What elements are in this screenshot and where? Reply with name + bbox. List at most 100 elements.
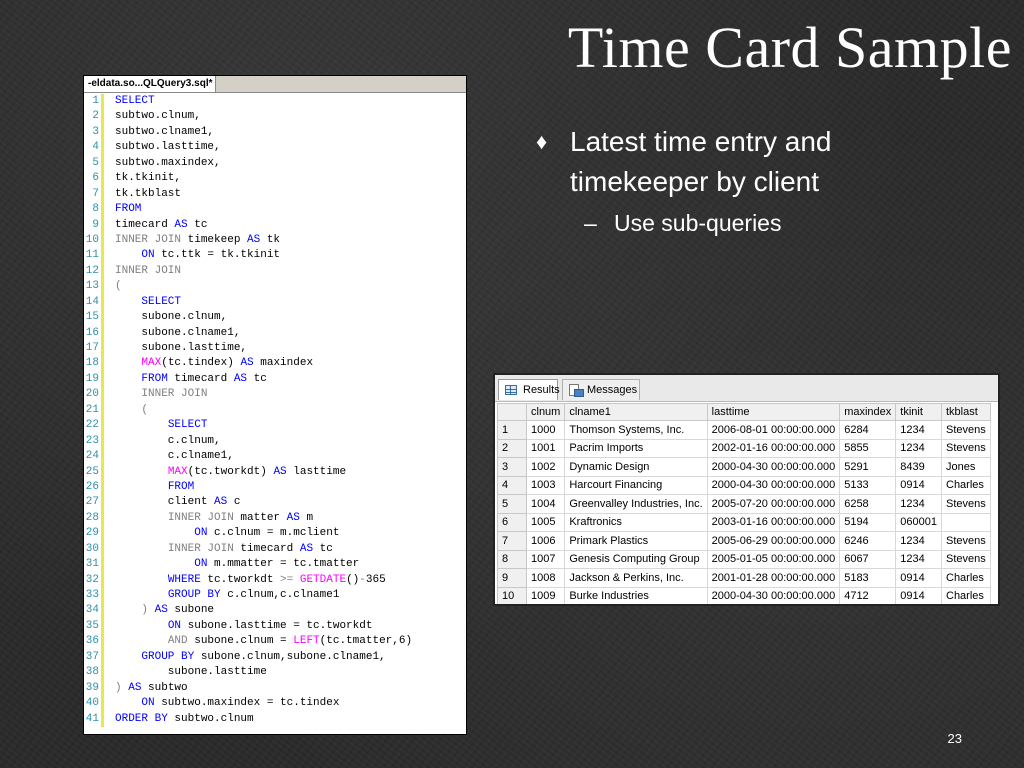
table-cell[interactable]: 1234: [895, 494, 942, 514]
table-cell[interactable]: Dynamic Design: [564, 457, 708, 477]
code-line[interactable]: 35 ON subone.lasttime = tc.tworkdt: [84, 619, 466, 634]
table-cell[interactable]: 2000-04-30 00:00:00.000: [706, 475, 841, 495]
code-line[interactable]: 37 GROUP BY subone.clnum,subone.clname1,: [84, 650, 466, 665]
code-line[interactable]: 8 FROM: [84, 202, 466, 217]
table-row[interactable]: 7 1006 Primark Plastics 2005-06-29 00:00:00…: [497, 531, 991, 551]
table-cell[interactable]: Stevens: [941, 531, 991, 551]
table-cell[interactable]: Charles: [941, 586, 991, 604]
column-header[interactable]: maxindex: [839, 403, 897, 421]
code-line[interactable]: 41 ORDER BY subtwo.clnum: [84, 712, 466, 727]
table-cell[interactable]: Charles: [941, 475, 991, 495]
code-line[interactable]: 21 (: [84, 403, 466, 418]
code-line[interactable]: 5 subtwo.maxindex,: [84, 156, 466, 171]
code-line[interactable]: 7 tk.tkblast: [84, 187, 466, 202]
code-line[interactable]: 16 subone.clname1,: [84, 326, 466, 341]
table-row[interactable]: 10 1009 Burke Industries 2000-04-30 00:00:0…: [497, 586, 991, 604]
code-line[interactable]: 13 (: [84, 279, 466, 294]
table-cell[interactable]: 1006: [525, 531, 566, 551]
code-line[interactable]: 25 MAX(tc.tworkdt) AS lasttime: [84, 465, 466, 480]
table-cell[interactable]: 1234: [895, 549, 942, 569]
code-line[interactable]: 20 INNER JOIN: [84, 387, 466, 402]
table-row[interactable]: 1 1000 Thomson Systems, Inc. 2006-08-01 00:…: [497, 420, 991, 440]
table-cell[interactable]: 1005: [525, 512, 566, 532]
table-cell[interactable]: Stevens: [941, 420, 991, 440]
code-line[interactable]: 10 INNER JOIN timekeep AS tk: [84, 233, 466, 248]
row-number[interactable]: 9: [497, 568, 527, 588]
table-cell[interactable]: Primark Plastics: [564, 531, 708, 551]
table-cell[interactable]: 1234: [895, 438, 942, 458]
table-cell[interactable]: 1007: [525, 549, 566, 569]
code-line[interactable]: 19 FROM timecard AS tc: [84, 372, 466, 387]
table-cell[interactable]: Jones: [941, 457, 991, 477]
code-line[interactable]: 14 SELECT: [84, 295, 466, 310]
code-line[interactable]: 9 timecard AS tc: [84, 218, 466, 233]
code-line[interactable]: 24 c.clname1,: [84, 449, 466, 464]
code-line[interactable]: 23 c.clnum,: [84, 434, 466, 449]
code-line[interactable]: 27 client AS c: [84, 495, 466, 510]
column-header[interactable]: tkinit: [895, 403, 942, 421]
column-header[interactable]: clname1: [564, 403, 708, 421]
table-row[interactable]: 6 1005 Kraftronics 2003-01-16 00:00:00.000 5…: [497, 512, 991, 532]
table-cell[interactable]: 6246: [839, 531, 897, 551]
code-line[interactable]: 33 GROUP BY c.clnum,c.clname1: [84, 588, 466, 603]
code-line[interactable]: 39) AS subtwo: [84, 681, 466, 696]
row-number[interactable]: 6: [497, 512, 527, 532]
table-cell[interactable]: 5194: [839, 512, 897, 532]
row-number[interactable]: 8: [497, 549, 527, 569]
row-number[interactable]: 5: [497, 494, 527, 514]
code-line[interactable]: 3 subtwo.clname1,: [84, 125, 466, 140]
table-cell[interactable]: 1234: [895, 420, 942, 440]
table-cell[interactable]: [941, 512, 991, 532]
row-number[interactable]: 1: [497, 420, 527, 440]
code-line[interactable]: 4 subtwo.lasttime,: [84, 140, 466, 155]
column-header[interactable]: clnum: [525, 403, 566, 421]
code-line[interactable]: 30 INNER JOIN timecard AS tc: [84, 542, 466, 557]
table-cell[interactable]: Jackson & Perkins, Inc.: [564, 568, 708, 588]
row-number[interactable]: 7: [497, 531, 527, 551]
table-cell[interactable]: 5855: [839, 438, 897, 458]
table-cell[interactable]: 1004: [525, 494, 566, 514]
row-header-corner[interactable]: [497, 403, 527, 421]
code-line[interactable]: 18 MAX(tc.tindex) AS maxindex: [84, 356, 466, 371]
table-cell[interactable]: Thomson Systems, Inc.: [564, 420, 708, 440]
code-line[interactable]: 29 ON c.clnum = m.mclient: [84, 526, 466, 541]
table-cell[interactable]: 6067: [839, 549, 897, 569]
table-cell[interactable]: 2005-06-29 00:00:00.000: [706, 531, 841, 551]
code-area[interactable]: 1 SELECT 2 subtwo.clnum, 3 subtwo.clname1, 4 su…: [84, 94, 466, 727]
query-tab[interactable]: -eldata.so...QLQuery3.sql*: [84, 76, 216, 92]
table-cell[interactable]: 2003-01-16 00:00:00.000: [706, 512, 841, 532]
table-cell[interactable]: Stevens: [941, 549, 991, 569]
table-cell[interactable]: 6284: [839, 420, 897, 440]
table-cell[interactable]: 6258: [839, 494, 897, 514]
table-row[interactable]: 4 1003 Harcourt Financing 2000-04-30 00:00:…: [497, 475, 991, 495]
row-number[interactable]: 10: [497, 586, 527, 604]
table-cell[interactable]: 8439: [895, 457, 942, 477]
table-row[interactable]: 3 1002 Dynamic Design 2000-04-30 00:00:00.0…: [497, 457, 991, 477]
table-cell[interactable]: Charles: [941, 568, 991, 588]
table-cell[interactable]: 5133: [839, 475, 897, 495]
results-grid[interactable]: clnum clname1 lasttime maxindex tkinit tkblas…: [497, 403, 991, 604]
code-line[interactable]: 28 INNER JOIN matter AS m: [84, 511, 466, 526]
table-cell[interactable]: 5183: [839, 568, 897, 588]
table-row[interactable]: 8 1007 Genesis Computing Group 2005-01-05 0…: [497, 549, 991, 569]
table-cell[interactable]: 2000-04-30 00:00:00.000: [706, 457, 841, 477]
table-cell[interactable]: 1009: [525, 586, 566, 604]
code-line[interactable]: 40 ON subtwo.maxindex = tc.tindex: [84, 696, 466, 711]
code-line[interactable]: 32 WHERE tc.tworkdt >= GETDATE()-365: [84, 573, 466, 588]
table-cell[interactable]: 2001-01-28 00:00:00.000: [706, 568, 841, 588]
code-line[interactable]: 26 FROM: [84, 480, 466, 495]
table-cell[interactable]: 2002-01-16 00:00:00.000: [706, 438, 841, 458]
table-cell[interactable]: 1008: [525, 568, 566, 588]
code-line[interactable]: 6 tk.tkinit,: [84, 171, 466, 186]
code-line[interactable]: 2 subtwo.clnum,: [84, 109, 466, 124]
code-line[interactable]: 34 ) AS subone: [84, 603, 466, 618]
code-line[interactable]: 12 INNER JOIN: [84, 264, 466, 279]
table-cell[interactable]: 0914: [895, 475, 942, 495]
table-cell[interactable]: Genesis Computing Group: [564, 549, 708, 569]
table-cell[interactable]: 1234: [895, 531, 942, 551]
row-number[interactable]: 2: [497, 438, 527, 458]
code-line[interactable]: 38 subone.lasttime: [84, 665, 466, 680]
row-number[interactable]: 3: [497, 457, 527, 477]
table-cell[interactable]: 2005-07-20 00:00:00.000: [706, 494, 841, 514]
table-cell[interactable]: 0914: [895, 568, 942, 588]
